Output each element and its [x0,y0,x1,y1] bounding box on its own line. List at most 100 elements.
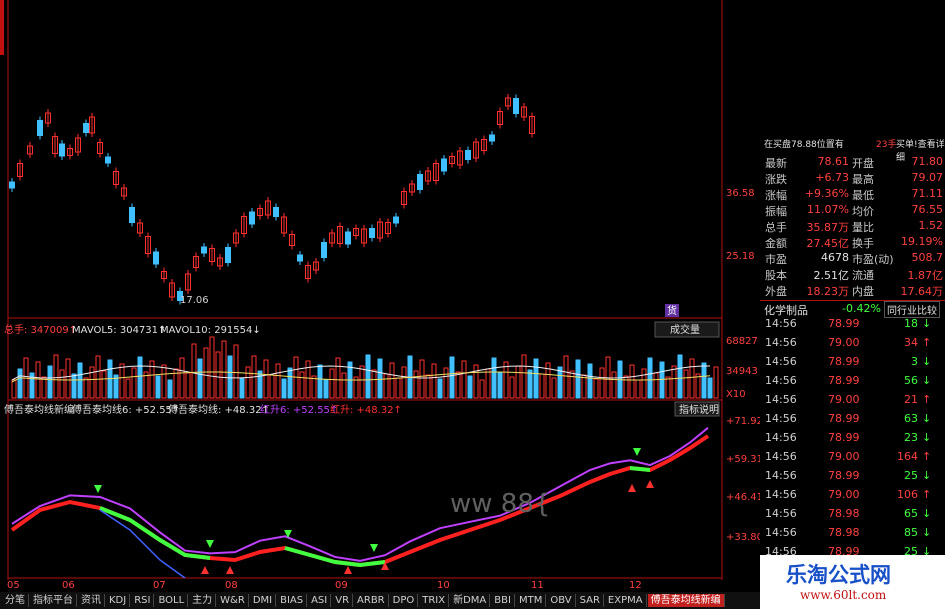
indicator-tab[interactable]: KDJ [106,594,131,607]
indicator-tab[interactable]: 傅吾泰均线新编 [647,594,725,607]
indicator-tab[interactable]: BIAS [277,594,308,607]
indicator-tab[interactable]: SAR [577,594,604,607]
indicator-tab[interactable]: DMI [250,594,277,607]
volume-bar [191,343,197,399]
buy-signal-arrow [628,484,636,492]
date-label: 11 [531,580,544,590]
volume-info-mavol10: MAVOL10: 291554↓ [160,325,261,336]
up-arrow-icon: ↑ [922,488,932,501]
quote-label: 涨幅 [765,189,787,202]
volume-bar [221,340,227,399]
down-arrow-icon: ↓ [922,526,932,539]
candle-body [489,134,495,142]
volume-bar [317,364,323,399]
volume-bar [569,370,575,399]
volume-bar [641,368,647,399]
tick-row: 14:56 78.99 3 ↓ [760,355,945,373]
volume-bar [539,373,545,399]
tick-row: 14:56 78.98 65 ↓ [760,507,945,525]
site-logo: 乐淘公式网 www.60lt.com [760,555,945,609]
quote-row: 股本 2.51亿 流通 1.87亿 [760,267,945,283]
indicator-tab[interactable]: MTM [516,594,547,607]
tick-price: 78.99 [828,431,860,444]
quote-value: 508.7 [911,251,944,264]
tick-volume: 34 [904,336,918,349]
volume-axis-label: X10 [726,389,746,400]
indicator-tab[interactable]: 资讯 [78,594,105,607]
volume-bar [413,370,419,399]
tick-volume: 65 [904,507,918,520]
volume-bar [437,378,443,399]
indicator-tab[interactable]: 新DMA [450,594,491,607]
indicator-tab[interactable]: DPO [390,594,419,607]
indicator-tab[interactable]: RSI [131,594,155,607]
indicator-tab[interactable]: 分笔 [2,594,29,607]
quote-value: 1.87亿 [907,269,944,282]
volume-bar [161,364,167,399]
indicator-tab[interactable]: W&R [217,594,249,607]
tick-time: 14:56 [765,469,797,482]
date-axis: 05 06 07 08 09 10 11 12 [7,580,642,590]
quote-panel: 在买盘78.88位置有 23手 买单!查看详细 最新 78.61 开盘 71.80 涨跌… [760,135,945,590]
indicator-tab[interactable]: ASI [308,594,332,607]
volume-bar [389,362,395,399]
tick-row: 14:56 79.00 164 ↑ [760,450,945,468]
quote-value: +9.36% [804,187,849,200]
tick-price: 79.00 [828,393,860,406]
indicator-tab[interactable]: ARBR [354,594,389,607]
sell-signal-arrow [633,448,641,456]
date-label: 06 [62,580,75,590]
tick-price: 79.00 [828,450,860,463]
volume-bar [197,358,203,399]
volume-bar [551,377,557,399]
buy-signal-arrow [344,566,352,574]
indicator-value-b: 傅吾泰均线: +48.32↑ [168,403,270,416]
date-label: 07 [153,580,166,590]
volume-bar [467,375,473,399]
tick-price: 78.99 [828,355,860,368]
down-arrow-icon: ↓ [922,374,932,387]
buy-signal-arrow [226,566,234,574]
volume-bar [635,379,641,399]
volume-bar [167,379,173,399]
down-arrow-icon: ↓ [922,431,932,444]
candle-body [321,242,327,258]
volume-axis-label: 34943 [726,366,758,377]
indicator-tab[interactable]: BBI [491,594,515,607]
tick-row: 14:56 78.99 56 ↓ [760,374,945,392]
indicator-blue-line [99,509,186,579]
quote-label: 振幅 [765,205,787,218]
volume-axis-label: 68827 [726,336,758,347]
quote-row: 总手 35.87万 量比 1.52 [760,219,945,235]
buy-signal-arrow [201,566,209,574]
sector-compare-button[interactable]: 同行业比较 [884,301,940,318]
indicator-tab[interactable]: 主力 [189,594,217,607]
indicator-tab[interactable]: TRIX [419,594,450,607]
date-label: 09 [335,580,348,590]
indicator-axis-label: +33.80 [726,532,760,543]
volume-bar [281,378,287,399]
quote-label: 均价 [852,205,874,218]
sector-change: -0.42% [842,302,881,315]
tick-volume: 18 [904,317,918,330]
indicator-tab[interactable]: 指标平台 [30,594,77,607]
buy-signal-arrow [646,480,654,488]
indicator-tab[interactable]: VR [332,594,354,607]
tick-volume: 164 [897,450,918,463]
indicator-tab[interactable]: BOLL [155,594,189,607]
tick-volume: 23 [904,431,918,444]
candle-body [201,246,207,254]
volume-bar [377,358,383,399]
quote-header[interactable]: 在买盘78.88位置有 23手 买单!查看详细 [760,135,945,163]
volume-bar [515,365,521,399]
indicator-tab[interactable]: EXPMA [605,594,647,607]
volume-bar [491,357,497,399]
stock-chart[interactable]: 36.58 25.18 17.06 68827 34943 X10 +71.92… [0,0,760,590]
sector-row: 化学制品 -0.42% 同行业比较 [760,300,945,318]
quote-label: 涨跌 [765,173,787,186]
quote-label: 股本 [765,269,787,282]
candle-body [417,174,423,190]
indicator-tab[interactable]: OBV [547,594,576,607]
volume-bar [431,363,437,399]
indicator-name: 傅吾泰均线新编 [4,403,74,416]
